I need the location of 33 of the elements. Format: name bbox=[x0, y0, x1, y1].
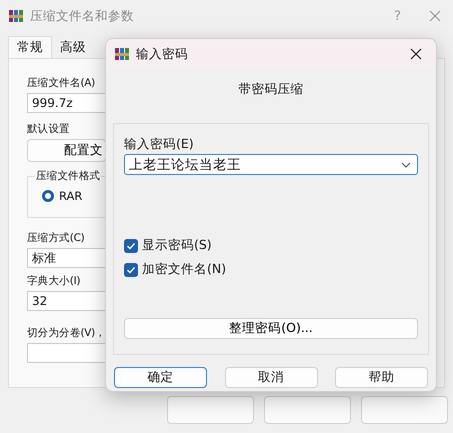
group-label: 压缩文件格式 bbox=[35, 169, 102, 183]
chevron-down-icon[interactable] bbox=[401, 162, 411, 168]
method-dropdown[interactable]: 标准 bbox=[27, 248, 106, 268]
close-icon[interactable] bbox=[410, 48, 422, 60]
dialog-button[interactable]: 帮助 bbox=[335, 367, 428, 388]
archive-name-field[interactable]: 999.7z bbox=[27, 93, 106, 113]
password-field[interactable]: 上老王论坛当老王 bbox=[124, 154, 418, 175]
checkbox[interactable] bbox=[124, 238, 138, 252]
radio-label: RAR bbox=[59, 189, 82, 203]
radio-button[interactable] bbox=[42, 190, 54, 202]
window-title: 压缩文件名和参数 bbox=[30, 8, 134, 24]
profiles-button[interactable]: 配置文 bbox=[27, 139, 106, 162]
tab[interactable]: 常规 bbox=[8, 36, 52, 58]
checkbox-label: 显示密码(S) bbox=[142, 237, 212, 254]
checkbox[interactable] bbox=[124, 262, 138, 276]
field-label: 压缩文件名(A) bbox=[27, 76, 95, 91]
dialog-button[interactable]: 确定 bbox=[114, 367, 207, 388]
field-label: 压缩方式(C) bbox=[27, 231, 84, 246]
dialog-title: 输入密码 bbox=[136, 46, 188, 62]
field-label: 默认设置 bbox=[27, 122, 70, 137]
dictionary-dropdown[interactable]: 32 bbox=[27, 291, 106, 311]
organize-passwords-button[interactable]: 整理密码(O)... bbox=[124, 318, 418, 339]
dialog-heading: 带密码压缩 bbox=[238, 81, 304, 97]
books-icon bbox=[8, 8, 24, 24]
dialog-button[interactable]: 取消 bbox=[224, 367, 318, 388]
password-text: 上老王论坛当老王 bbox=[129, 156, 242, 174]
field-label: 字典大小(I) bbox=[27, 274, 80, 289]
tab[interactable]: 高级 bbox=[52, 36, 94, 58]
field-label: 切分为分卷(V)， bbox=[27, 326, 106, 341]
field-label: 输入密码(E) bbox=[124, 136, 194, 152]
books-icon bbox=[114, 46, 130, 62]
split-size-field[interactable] bbox=[27, 343, 106, 363]
checkbox-label: 加密文件名(N) bbox=[142, 261, 226, 278]
